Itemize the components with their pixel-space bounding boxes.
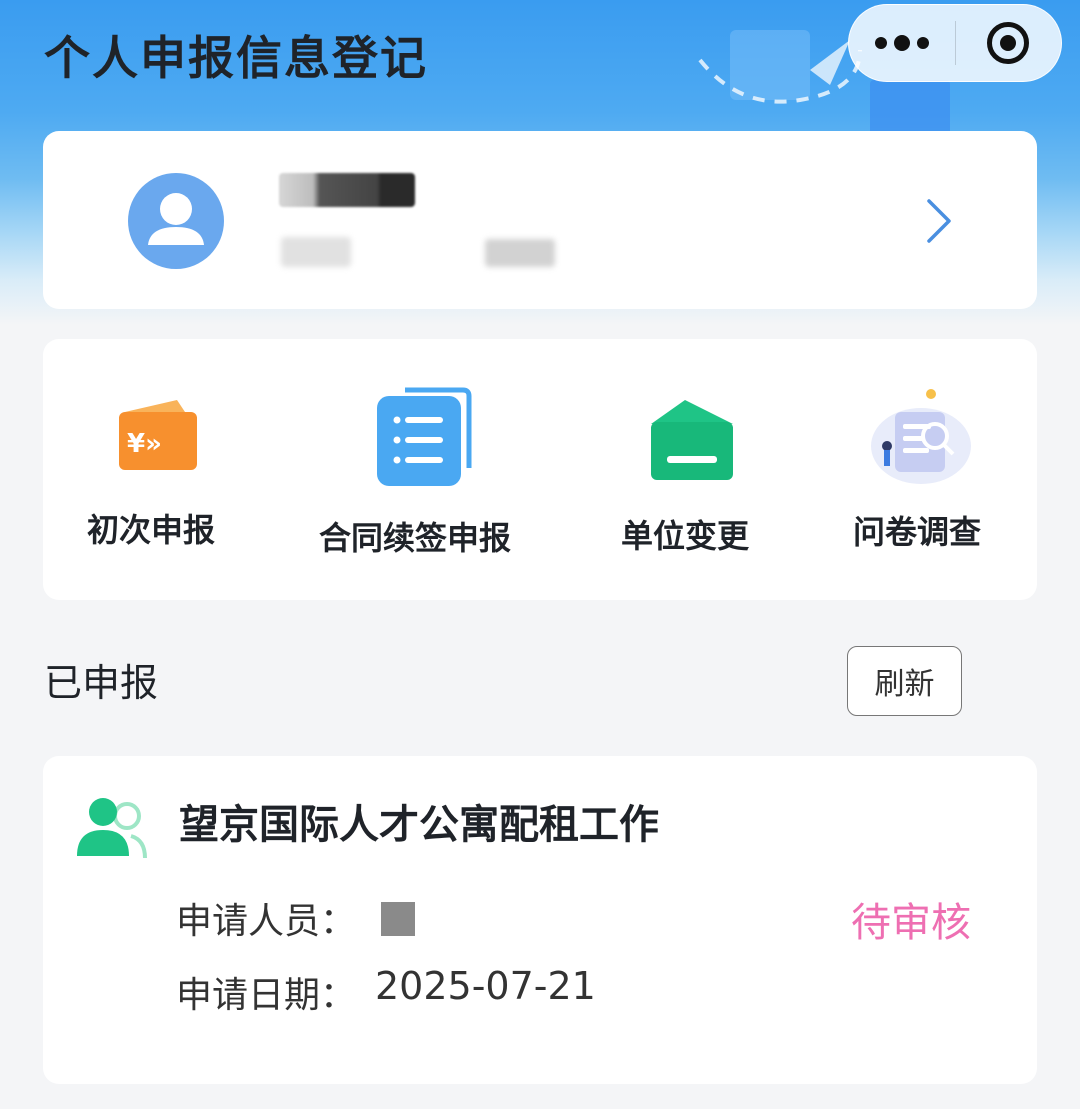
more-dots-icon-center (893, 35, 910, 51)
applicant-label: 申请人员： (176, 901, 357, 942)
avatar (128, 173, 224, 269)
users-icon (77, 798, 147, 859)
masked-applicant-name (381, 902, 415, 936)
menu-label: 问卷调查 (853, 513, 982, 551)
menu-label: 合同续签申报 (319, 519, 512, 557)
date-label: 申请日期： (176, 975, 357, 1016)
survey-search-icon (871, 389, 971, 484)
record-title: 望京国际人才公寓配租工作 (179, 802, 659, 848)
menu-item-employer-change[interactable]: 单位变更 (613, 339, 773, 600)
folder-icon (651, 400, 733, 480)
close-mini-program-button[interactable] (956, 4, 1062, 82)
refresh-button[interactable]: 刷新 (847, 646, 962, 716)
document-list-icon (377, 387, 472, 486)
menu-item-questionnaire[interactable]: 问卷调查 (843, 339, 1003, 600)
mini-program-capsule (848, 4, 1062, 82)
target-circle-icon (987, 22, 1030, 64)
masked-user-phone-tail (485, 239, 555, 267)
submitted-section-title: 已申报 (44, 661, 159, 705)
menu-label: 单位变更 (621, 517, 750, 555)
svg-text:¥»: ¥» (127, 429, 162, 459)
menu-item-initial-declaration[interactable]: ¥» 初次申报 (83, 339, 233, 600)
more-dots-icon-right (916, 37, 929, 49)
menu-label: 初次申报 (87, 511, 216, 549)
masked-user-phone (281, 237, 351, 267)
yuan-card-icon: ¥» (119, 400, 197, 470)
application-record-card[interactable]: 望京国际人才公寓配租工作 申请人员： 待审核 申请日期： 2025-07-21 (43, 756, 1037, 1084)
page-title: 个人申报信息登记 (44, 31, 428, 85)
chevron-right-icon (927, 199, 951, 243)
service-menu-card: ¥» 初次申报 合同续签申报 单位变更 问卷调查 (43, 339, 1037, 600)
more-menu-button[interactable] (849, 4, 955, 82)
application-date: 2025-07-21 (375, 964, 596, 1008)
menu-item-contract-renewal[interactable]: 合同续签申报 (313, 339, 533, 600)
masked-user-name (279, 173, 415, 207)
more-dots-icon (874, 37, 887, 49)
user-icon (148, 193, 204, 245)
status-badge: 待审核 (851, 900, 971, 946)
profile-card[interactable] (43, 131, 1037, 309)
